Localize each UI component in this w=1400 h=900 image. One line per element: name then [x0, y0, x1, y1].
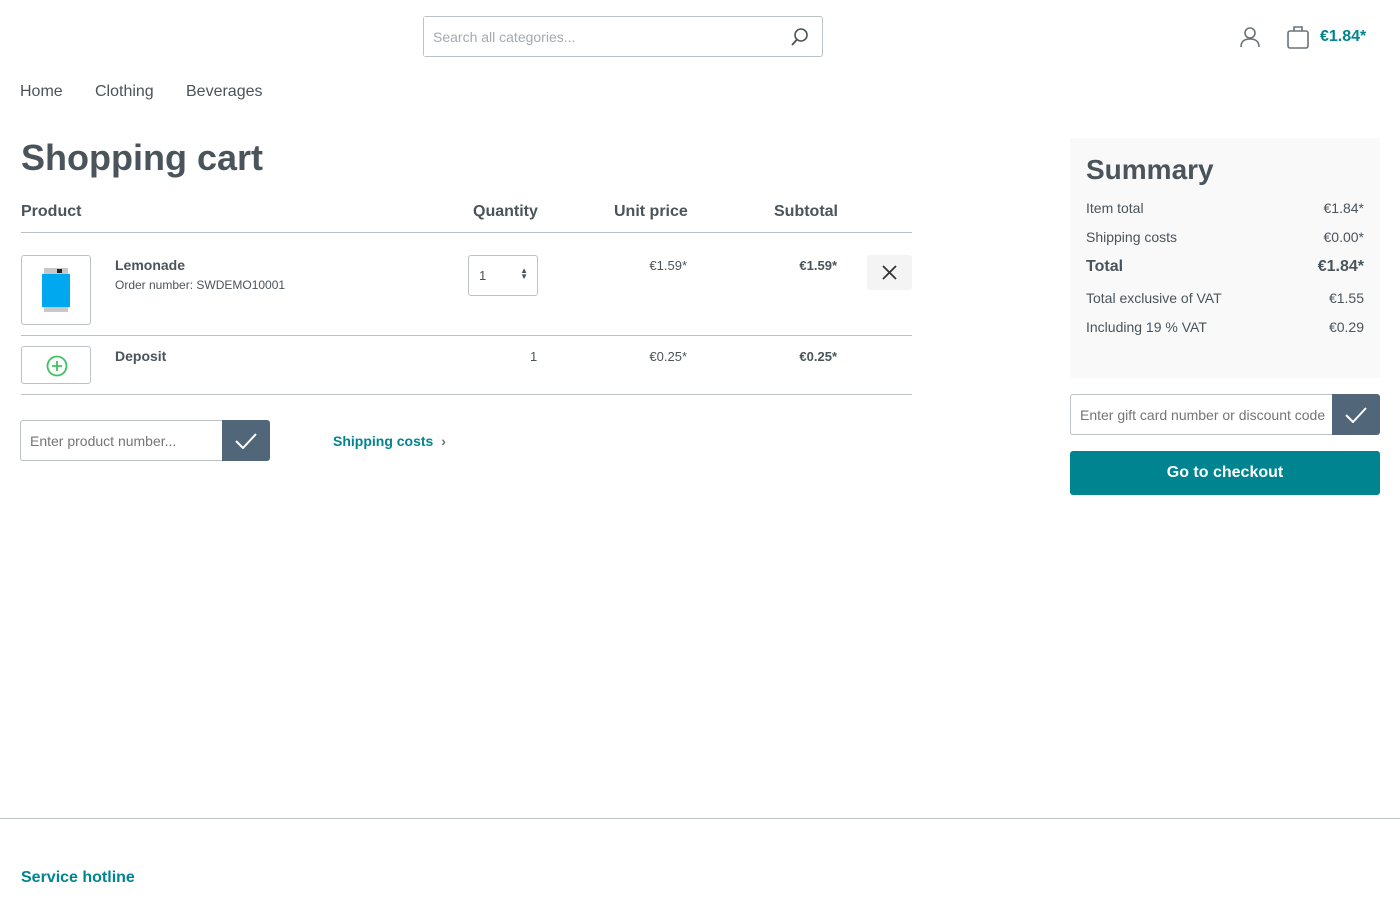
add-product-form — [20, 420, 270, 461]
net-total-label: Total exclusive of VAT — [1086, 290, 1222, 306]
subtotal: €0.25* — [799, 349, 837, 364]
summary-title: Summary — [1086, 154, 1214, 185]
close-icon — [882, 265, 897, 280]
header-unit-price: Unit price — [614, 203, 688, 220]
nav-beverages[interactable]: Beverages — [186, 83, 263, 101]
summary-panel: Summary Item total €1.84* Shipping costs €… — [1070, 138, 1380, 378]
product-name: Deposit — [115, 348, 167, 364]
select-arrows-icon: ▲ ▼ — [520, 266, 528, 281]
subtotal: €1.59* — [799, 258, 837, 273]
shipping-costs-link[interactable]: Shipping costs › — [333, 433, 446, 449]
plus-circle-icon — [46, 355, 68, 377]
total-label: Total — [1086, 258, 1124, 275]
item-total-value: €1.84* — [1323, 200, 1364, 216]
footer-divider — [0, 818, 1400, 819]
total-value: €1.84* — [1317, 258, 1364, 275]
header-product: Product — [21, 203, 82, 220]
add-product-button[interactable] — [222, 420, 270, 461]
checkout-button[interactable]: Go to checkout — [1070, 451, 1380, 495]
cart-total[interactable]: €1.84* — [1320, 28, 1366, 46]
divider — [21, 232, 912, 233]
net-total-value: €1.55 — [1328, 290, 1364, 306]
search-input[interactable] — [424, 17, 774, 56]
header-subtotal: Subtotal — [774, 203, 838, 220]
product-number-input[interactable] — [20, 420, 222, 461]
shipping-costs-label: Shipping costs — [1086, 229, 1178, 245]
nav-clothing[interactable]: Clothing — [95, 83, 154, 101]
lemonade-can-icon — [42, 268, 70, 312]
voucher-input[interactable] — [1070, 394, 1332, 435]
product-image[interactable] — [21, 255, 91, 325]
shipping-costs-value: €0.00* — [1323, 229, 1364, 245]
divider — [21, 335, 912, 336]
item-total-label: Item total — [1086, 200, 1144, 216]
quantity-select[interactable]: 1 ▲ ▼ — [468, 255, 538, 296]
service-hotline: Service hotline — [21, 869, 135, 886]
search-bar — [423, 16, 823, 57]
checkmark-icon — [1345, 406, 1367, 423]
vat-value: €0.29 — [1328, 319, 1364, 335]
cart-icon[interactable] — [1286, 24, 1310, 50]
order-number: Order number: SWDEMO10001 — [115, 278, 286, 292]
page-title: Shopping cart — [21, 137, 263, 178]
divider — [21, 394, 912, 395]
add-voucher-button[interactable] — [1332, 394, 1380, 435]
nav-home[interactable]: Home — [20, 83, 63, 101]
remove-button[interactable] — [867, 255, 912, 290]
account-icon[interactable] — [1239, 26, 1261, 48]
vat-label: Including 19 % VAT — [1086, 319, 1207, 335]
product-name[interactable]: Lemonade — [115, 257, 185, 273]
quantity-value: 1 — [530, 349, 538, 364]
unit-price: €0.25* — [649, 349, 687, 364]
voucher-form — [1070, 394, 1380, 435]
search-icon[interactable] — [790, 27, 810, 47]
deposit-image — [21, 346, 91, 384]
header-quantity: Quantity — [473, 203, 538, 220]
unit-price: €1.59* — [649, 258, 687, 273]
shipping-costs-label: Shipping costs — [333, 433, 434, 449]
quantity-value: 1 — [479, 268, 487, 283]
checkmark-icon — [235, 432, 257, 449]
chevron-right-icon: › — [441, 433, 446, 449]
